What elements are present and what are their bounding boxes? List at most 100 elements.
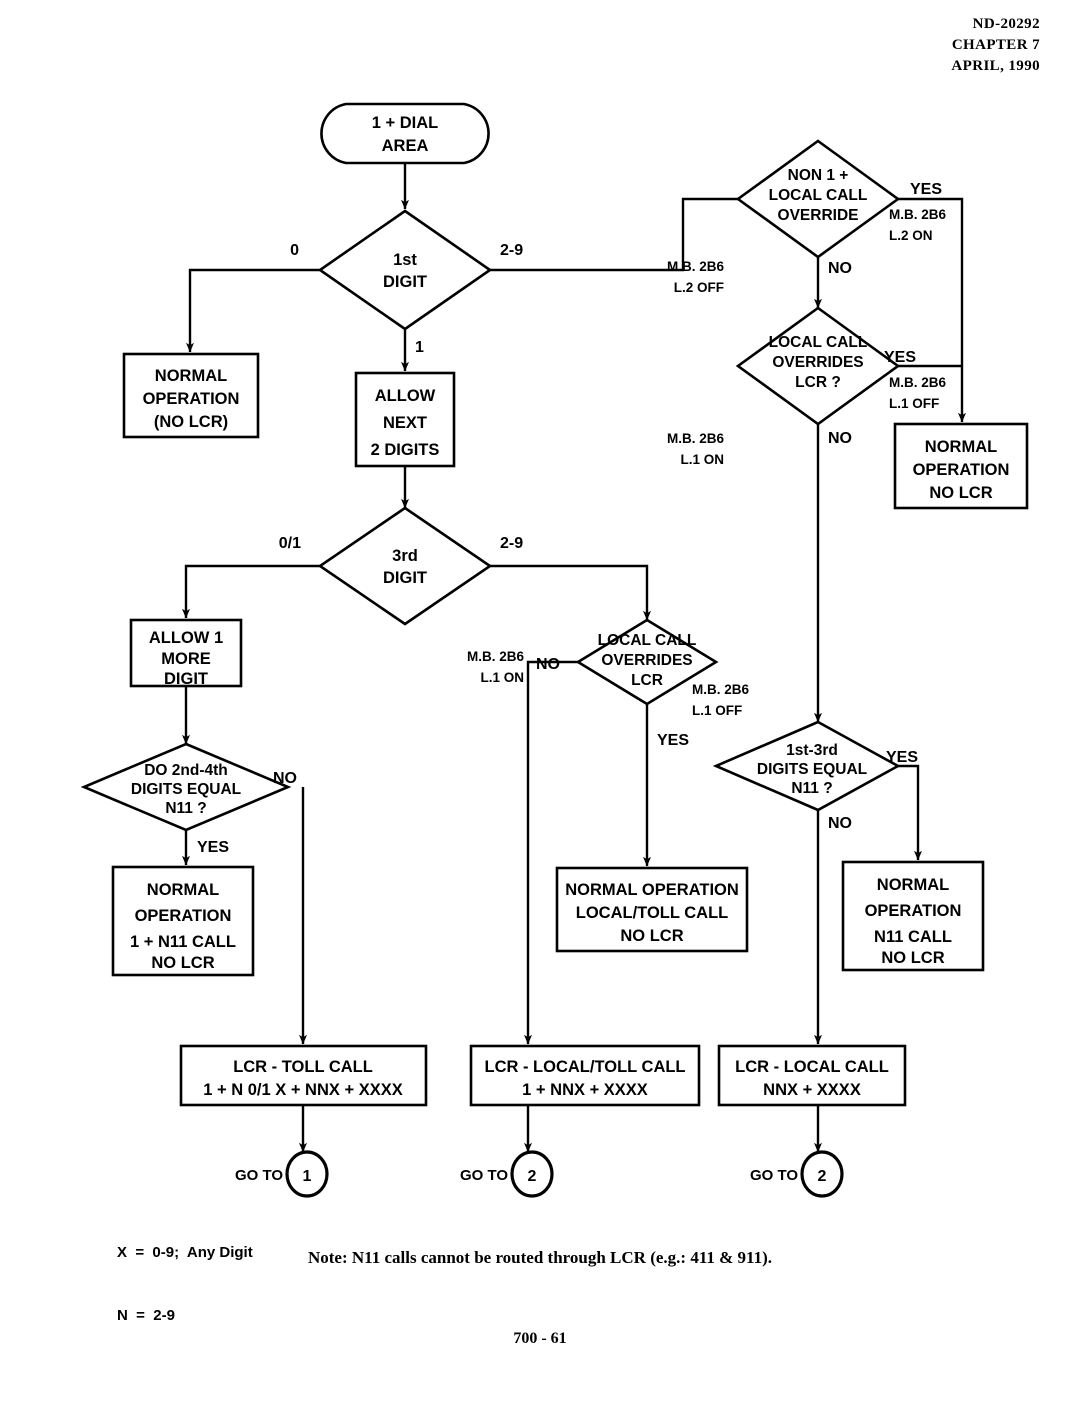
node-normal-operation-n11-call: NORMAL OPERATION N11 CALL NO LCR bbox=[841, 860, 985, 972]
node-normal-op-line-1: NORMAL bbox=[155, 367, 227, 385]
edge-third-digit-0-1 bbox=[181, 564, 320, 619]
node-1st-3rd-digits-n11: 1st-3rd DIGITS EQUAL N11 ? bbox=[712, 720, 901, 812]
node-n11q-line-2: DIGITS EQUAL bbox=[131, 781, 241, 798]
node-start-line-2: AREA bbox=[382, 137, 429, 155]
node-allow-next-2-digits: ALLOW NEXT 2 DIGITS bbox=[354, 371, 456, 468]
node-lcr-toll-call: LCR - TOLL CALL 1 + N 0/1 X + NNX + XXXX bbox=[179, 1044, 428, 1107]
node-normlocaltoll-line-3: NO LCR bbox=[620, 927, 683, 945]
node-allow1-line-1: ALLOW 1 bbox=[149, 629, 223, 647]
node-non1-line-3: OVERRIDE bbox=[778, 207, 859, 224]
node-norm1n11-line-3: 1 + N11 CALL bbox=[130, 933, 236, 951]
node-local-call-overrides-lcr-question: LOCAL CALL OVERRIDES LCR ? bbox=[735, 306, 901, 426]
node-lcrlocal-line-2: NNX + XXXX bbox=[763, 1081, 861, 1099]
edge-label-third-2-9: 2-9 bbox=[500, 535, 523, 552]
node-allow2-line-2: NEXT bbox=[383, 414, 427, 432]
node-allow2-line-1: ALLOW bbox=[375, 387, 436, 405]
goto-target-2: 2 bbox=[528, 1168, 537, 1185]
goto-label-3: GO TO bbox=[750, 1167, 798, 1184]
node-n1113-line-3: N11 ? bbox=[791, 780, 832, 797]
mb-label-lcoq-yes-2: L.1 OFF bbox=[889, 396, 939, 411]
edge-label-non1-yes: YES bbox=[910, 181, 942, 198]
node-lcoq-line-2: OVERRIDES bbox=[772, 354, 863, 371]
node-normn11-line-1: NORMAL bbox=[877, 876, 949, 894]
mb-label-lcoq-no-2: L.1 ON bbox=[680, 452, 724, 467]
goto-label-2: GO TO bbox=[460, 1167, 508, 1184]
goto-target-1: 1 bbox=[303, 1168, 312, 1185]
edge-label-n11-24-yes: YES bbox=[197, 839, 229, 856]
page-sheet: ND-20292 CHAPTER 7 APRIL, 1990 1 + DIAL … bbox=[0, 0, 1080, 1407]
edge-label-n11-24-no: NO bbox=[273, 770, 297, 787]
node-lcrlocal-line-1: LCR - LOCAL CALL bbox=[735, 1058, 889, 1076]
node-start: 1 + DIAL AREA bbox=[320, 102, 490, 165]
node-first-digit-line-2: DIGIT bbox=[383, 273, 427, 291]
node-normnolcr2-line-3: NO LCR bbox=[929, 484, 992, 502]
node-lco-line-1: LOCAL CALL bbox=[598, 632, 697, 649]
node-lco-line-2: OVERRIDES bbox=[601, 652, 692, 669]
node-normal-operation-no-lcr-right: NORMAL OPERATION NO LCR bbox=[893, 422, 1029, 510]
edge-label-n11-13-yes: YES bbox=[886, 749, 918, 766]
node-normal-op-line-2: OPERATION bbox=[143, 390, 240, 408]
node-normal-op-line-3: (NO LCR) bbox=[154, 413, 228, 431]
node-non1-line-2: LOCAL CALL bbox=[769, 187, 868, 204]
node-normal-operation-1-n11-call: NORMAL OPERATION 1 + N11 CALL NO LCR bbox=[111, 865, 255, 977]
node-third-digit: 3rd DIGIT bbox=[317, 506, 493, 626]
node-normlocaltoll-line-2: LOCAL/TOLL CALL bbox=[576, 904, 728, 922]
edge-label-lco-no: NO bbox=[536, 656, 560, 673]
node-normnolcr2-line-2: OPERATION bbox=[913, 461, 1010, 479]
edge-label-third-0-1: 0/1 bbox=[279, 535, 301, 552]
goto-connector-3: GO TO 2 bbox=[750, 1150, 844, 1198]
node-non-1-plus-local-call-override: NON 1 + LOCAL CALL OVERRIDE bbox=[735, 139, 901, 259]
node-do-2nd-4th-digits-n11: DO 2nd-4th DIGITS EQUAL N11 ? bbox=[80, 742, 292, 832]
node-n11q-line-1: DO 2nd-4th bbox=[144, 762, 228, 779]
node-lcr-local-toll-call: LCR - LOCAL/TOLL CALL 1 + NNX + XXXX bbox=[469, 1044, 701, 1107]
edge-label-first-0: 0 bbox=[290, 242, 299, 259]
node-lcoq-line-1: LOCAL CALL bbox=[769, 334, 868, 351]
node-norm1n11-line-2: OPERATION bbox=[135, 907, 232, 925]
page-footer: 700 - 61 bbox=[513, 1330, 567, 1347]
node-allow1-line-2: MORE bbox=[161, 650, 211, 668]
edge-label-first-2-9: 2-9 bbox=[500, 242, 523, 259]
goto-connector-1: GO TO 1 bbox=[235, 1150, 329, 1198]
node-normlocaltoll-line-1: NORMAL OPERATION bbox=[565, 881, 739, 899]
node-lcr-local-call: LCR - LOCAL CALL NNX + XXXX bbox=[717, 1044, 907, 1107]
node-normal-operation-local-toll-call: NORMAL OPERATION LOCAL/TOLL CALL NO LCR bbox=[555, 866, 749, 953]
node-lcrtoll-line-1: LCR - TOLL CALL bbox=[233, 1058, 373, 1076]
flowchart-diagram: 1 + DIAL AREA 1st DIGIT NORMAL OPERATION… bbox=[80, 102, 1029, 1198]
node-allow-1-more-digit: ALLOW 1 MORE DIGIT bbox=[129, 618, 243, 688]
edge-label-first-1: 1 bbox=[415, 339, 424, 356]
edge-label-lco-yes: YES bbox=[657, 732, 689, 749]
mb-label-non1-no-1: M.B. 2B6 bbox=[667, 259, 725, 274]
node-normn11-line-3: N11 CALL bbox=[874, 928, 952, 946]
node-first-digit: 1st DIGIT bbox=[317, 209, 493, 331]
edge-first-digit-0 bbox=[185, 268, 320, 353]
node-lcrtoll-line-2: 1 + N 0/1 X + NNX + XXXX bbox=[203, 1081, 402, 1099]
mb-label-lcoq-yes-1: M.B. 2B6 bbox=[889, 375, 947, 390]
edge-third-digit-2-9 bbox=[490, 564, 651, 621]
mb-label-lcoq-no-1: M.B. 2B6 bbox=[667, 431, 725, 446]
edge-label-non1-no: NO bbox=[828, 260, 852, 277]
node-n1113-line-1: 1st-3rd bbox=[786, 742, 838, 759]
node-lco-line-3: LCR bbox=[631, 672, 663, 689]
node-lcrlocaltoll-line-2: 1 + NNX + XXXX bbox=[522, 1081, 648, 1099]
mb-label-lco-no-1: M.B. 2B6 bbox=[467, 649, 525, 664]
node-norm1n11-line-1: NORMAL bbox=[147, 881, 219, 899]
node-third-digit-line-1: 3rd bbox=[392, 547, 418, 565]
node-normn11-line-2: OPERATION bbox=[865, 902, 962, 920]
mb-label-lco-yes-2: L.1 OFF bbox=[692, 703, 742, 718]
node-allow2-line-3: 2 DIGITS bbox=[371, 441, 440, 459]
node-third-digit-line-2: DIGIT bbox=[383, 569, 427, 587]
edge-lco-no bbox=[523, 660, 578, 1045]
node-non1-line-1: NON 1 + bbox=[788, 167, 849, 184]
node-lcoq-line-3: LCR ? bbox=[795, 374, 841, 391]
goto-connector-2: GO TO 2 bbox=[460, 1150, 554, 1198]
goto-label-1: GO TO bbox=[235, 1167, 283, 1184]
mb-label-lco-yes-1: M.B. 2B6 bbox=[692, 682, 750, 697]
mb-label-non1-yes-1: M.B. 2B6 bbox=[889, 207, 947, 222]
node-n1113-line-2: DIGITS EQUAL bbox=[757, 761, 867, 778]
node-first-digit-line-1: 1st bbox=[393, 251, 417, 269]
node-normnolcr2-line-1: NORMAL bbox=[925, 438, 997, 456]
node-norm1n11-line-4: NO LCR bbox=[151, 954, 214, 972]
node-lcrlocaltoll-line-1: LCR - LOCAL/TOLL CALL bbox=[484, 1058, 685, 1076]
node-normn11-line-4: NO LCR bbox=[881, 949, 944, 967]
edge-label-n11-13-no: NO bbox=[828, 815, 852, 832]
